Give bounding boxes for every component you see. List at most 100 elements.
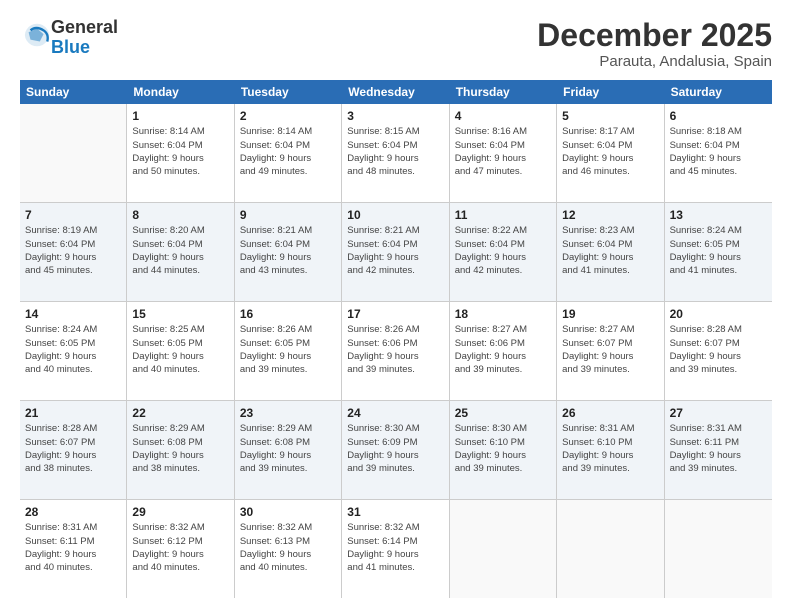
- header-day-wednesday: Wednesday: [342, 80, 449, 104]
- day-info: Sunrise: 8:30 AM Sunset: 6:10 PM Dayligh…: [455, 422, 551, 475]
- day-info: Sunrise: 8:14 AM Sunset: 6:04 PM Dayligh…: [132, 125, 228, 178]
- calendar-cell: 24Sunrise: 8:30 AM Sunset: 6:09 PM Dayli…: [342, 401, 449, 499]
- day-info: Sunrise: 8:31 AM Sunset: 6:11 PM Dayligh…: [25, 521, 121, 574]
- logo-icon: [23, 21, 51, 49]
- day-number: 9: [240, 207, 336, 223]
- calendar-header: SundayMondayTuesdayWednesdayThursdayFrid…: [20, 80, 772, 104]
- day-number: 11: [455, 207, 551, 223]
- calendar-cell: 15Sunrise: 8:25 AM Sunset: 6:05 PM Dayli…: [127, 302, 234, 400]
- day-info: Sunrise: 8:32 AM Sunset: 6:12 PM Dayligh…: [132, 521, 228, 574]
- header-day-saturday: Saturday: [665, 80, 772, 104]
- day-number: 7: [25, 207, 121, 223]
- calendar-cell: 12Sunrise: 8:23 AM Sunset: 6:04 PM Dayli…: [557, 203, 664, 301]
- calendar-cell: [557, 500, 664, 598]
- day-number: 21: [25, 405, 121, 421]
- calendar-cell: 31Sunrise: 8:32 AM Sunset: 6:14 PM Dayli…: [342, 500, 449, 598]
- calendar-cell: 13Sunrise: 8:24 AM Sunset: 6:05 PM Dayli…: [665, 203, 772, 301]
- header-day-friday: Friday: [557, 80, 664, 104]
- day-info: Sunrise: 8:24 AM Sunset: 6:05 PM Dayligh…: [670, 224, 767, 277]
- day-number: 25: [455, 405, 551, 421]
- day-info: Sunrise: 8:15 AM Sunset: 6:04 PM Dayligh…: [347, 125, 443, 178]
- calendar: SundayMondayTuesdayWednesdayThursdayFrid…: [20, 80, 772, 598]
- day-info: Sunrise: 8:28 AM Sunset: 6:07 PM Dayligh…: [25, 422, 121, 475]
- calendar-cell: 21Sunrise: 8:28 AM Sunset: 6:07 PM Dayli…: [20, 401, 127, 499]
- calendar-cell: 17Sunrise: 8:26 AM Sunset: 6:06 PM Dayli…: [342, 302, 449, 400]
- day-number: 6: [670, 108, 767, 124]
- calendar-cell: [665, 500, 772, 598]
- calendar-cell: 18Sunrise: 8:27 AM Sunset: 6:06 PM Dayli…: [450, 302, 557, 400]
- calendar-cell: 19Sunrise: 8:27 AM Sunset: 6:07 PM Dayli…: [557, 302, 664, 400]
- calendar-cell: 14Sunrise: 8:24 AM Sunset: 6:05 PM Dayli…: [20, 302, 127, 400]
- logo-blue-text: Blue: [51, 37, 90, 57]
- day-info: Sunrise: 8:14 AM Sunset: 6:04 PM Dayligh…: [240, 125, 336, 178]
- day-info: Sunrise: 8:28 AM Sunset: 6:07 PM Dayligh…: [670, 323, 767, 376]
- calendar-cell: 29Sunrise: 8:32 AM Sunset: 6:12 PM Dayli…: [127, 500, 234, 598]
- day-number: 8: [132, 207, 228, 223]
- day-info: Sunrise: 8:21 AM Sunset: 6:04 PM Dayligh…: [240, 224, 336, 277]
- day-number: 18: [455, 306, 551, 322]
- calendar-cell: 3Sunrise: 8:15 AM Sunset: 6:04 PM Daylig…: [342, 104, 449, 202]
- page: General Blue December 2025 Parauta, Anda…: [0, 0, 792, 612]
- day-number: 22: [132, 405, 228, 421]
- day-number: 16: [240, 306, 336, 322]
- calendar-cell: 4Sunrise: 8:16 AM Sunset: 6:04 PM Daylig…: [450, 104, 557, 202]
- calendar-cell: 30Sunrise: 8:32 AM Sunset: 6:13 PM Dayli…: [235, 500, 342, 598]
- calendar-cell: 10Sunrise: 8:21 AM Sunset: 6:04 PM Dayli…: [342, 203, 449, 301]
- day-info: Sunrise: 8:30 AM Sunset: 6:09 PM Dayligh…: [347, 422, 443, 475]
- day-number: 4: [455, 108, 551, 124]
- calendar-cell: 1Sunrise: 8:14 AM Sunset: 6:04 PM Daylig…: [127, 104, 234, 202]
- header-day-tuesday: Tuesday: [235, 80, 342, 104]
- calendar-cell: 28Sunrise: 8:31 AM Sunset: 6:11 PM Dayli…: [20, 500, 127, 598]
- day-number: 19: [562, 306, 658, 322]
- day-info: Sunrise: 8:16 AM Sunset: 6:04 PM Dayligh…: [455, 125, 551, 178]
- day-info: Sunrise: 8:29 AM Sunset: 6:08 PM Dayligh…: [240, 422, 336, 475]
- day-info: Sunrise: 8:25 AM Sunset: 6:05 PM Dayligh…: [132, 323, 228, 376]
- day-info: Sunrise: 8:24 AM Sunset: 6:05 PM Dayligh…: [25, 323, 121, 376]
- calendar-cell: [20, 104, 127, 202]
- header: General Blue December 2025 Parauta, Anda…: [20, 18, 772, 70]
- calendar-body: 1Sunrise: 8:14 AM Sunset: 6:04 PM Daylig…: [20, 104, 772, 598]
- day-info: Sunrise: 8:22 AM Sunset: 6:04 PM Dayligh…: [455, 224, 551, 277]
- header-day-monday: Monday: [127, 80, 234, 104]
- day-info: Sunrise: 8:26 AM Sunset: 6:05 PM Dayligh…: [240, 323, 336, 376]
- calendar-cell: 16Sunrise: 8:26 AM Sunset: 6:05 PM Dayli…: [235, 302, 342, 400]
- day-number: 5: [562, 108, 658, 124]
- calendar-cell: 2Sunrise: 8:14 AM Sunset: 6:04 PM Daylig…: [235, 104, 342, 202]
- month-title: December 2025: [537, 18, 772, 53]
- day-info: Sunrise: 8:27 AM Sunset: 6:06 PM Dayligh…: [455, 323, 551, 376]
- logo-general-text: General: [51, 17, 118, 37]
- calendar-cell: 9Sunrise: 8:21 AM Sunset: 6:04 PM Daylig…: [235, 203, 342, 301]
- day-info: Sunrise: 8:26 AM Sunset: 6:06 PM Dayligh…: [347, 323, 443, 376]
- day-number: 28: [25, 504, 121, 520]
- day-number: 15: [132, 306, 228, 322]
- day-info: Sunrise: 8:29 AM Sunset: 6:08 PM Dayligh…: [132, 422, 228, 475]
- calendar-week-5: 28Sunrise: 8:31 AM Sunset: 6:11 PM Dayli…: [20, 500, 772, 598]
- calendar-cell: 23Sunrise: 8:29 AM Sunset: 6:08 PM Dayli…: [235, 401, 342, 499]
- calendar-week-4: 21Sunrise: 8:28 AM Sunset: 6:07 PM Dayli…: [20, 401, 772, 500]
- day-number: 27: [670, 405, 767, 421]
- title-area: December 2025 Parauta, Andalusia, Spain: [537, 18, 772, 70]
- calendar-cell: 22Sunrise: 8:29 AM Sunset: 6:08 PM Dayli…: [127, 401, 234, 499]
- calendar-cell: [450, 500, 557, 598]
- calendar-cell: 27Sunrise: 8:31 AM Sunset: 6:11 PM Dayli…: [665, 401, 772, 499]
- day-number: 2: [240, 108, 336, 124]
- day-info: Sunrise: 8:32 AM Sunset: 6:13 PM Dayligh…: [240, 521, 336, 574]
- day-number: 14: [25, 306, 121, 322]
- day-info: Sunrise: 8:32 AM Sunset: 6:14 PM Dayligh…: [347, 521, 443, 574]
- day-info: Sunrise: 8:31 AM Sunset: 6:10 PM Dayligh…: [562, 422, 658, 475]
- day-number: 29: [132, 504, 228, 520]
- calendar-cell: 7Sunrise: 8:19 AM Sunset: 6:04 PM Daylig…: [20, 203, 127, 301]
- day-number: 31: [347, 504, 443, 520]
- calendar-cell: 5Sunrise: 8:17 AM Sunset: 6:04 PM Daylig…: [557, 104, 664, 202]
- calendar-cell: 20Sunrise: 8:28 AM Sunset: 6:07 PM Dayli…: [665, 302, 772, 400]
- calendar-cell: 6Sunrise: 8:18 AM Sunset: 6:04 PM Daylig…: [665, 104, 772, 202]
- logo: General Blue: [20, 18, 118, 58]
- day-number: 20: [670, 306, 767, 322]
- calendar-cell: 26Sunrise: 8:31 AM Sunset: 6:10 PM Dayli…: [557, 401, 664, 499]
- day-number: 26: [562, 405, 658, 421]
- day-number: 13: [670, 207, 767, 223]
- day-info: Sunrise: 8:17 AM Sunset: 6:04 PM Dayligh…: [562, 125, 658, 178]
- calendar-week-2: 7Sunrise: 8:19 AM Sunset: 6:04 PM Daylig…: [20, 203, 772, 302]
- day-info: Sunrise: 8:23 AM Sunset: 6:04 PM Dayligh…: [562, 224, 658, 277]
- day-info: Sunrise: 8:27 AM Sunset: 6:07 PM Dayligh…: [562, 323, 658, 376]
